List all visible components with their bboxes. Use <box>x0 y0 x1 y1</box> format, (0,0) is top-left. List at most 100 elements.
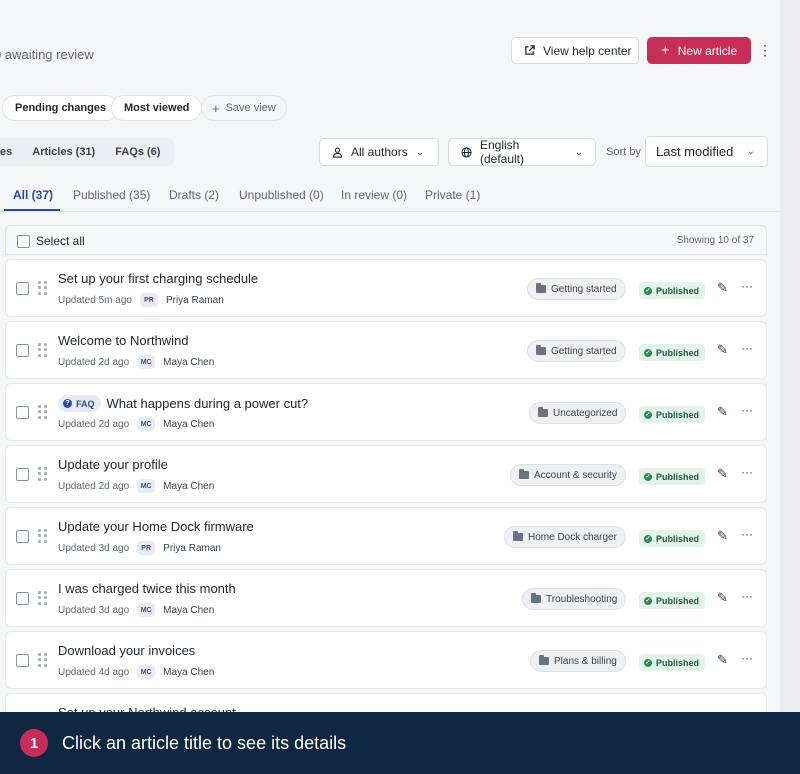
list-header: Select all Showing 10 of 37 <box>5 225 767 255</box>
more-actions-icon[interactable]: ··· <box>741 589 753 603</box>
article-title[interactable]: I was charged twice this month <box>58 581 236 596</box>
drag-handle-icon[interactable] <box>38 281 48 295</box>
more-actions-icon[interactable]: ··· <box>741 651 753 665</box>
row-checkbox[interactable] <box>16 592 29 605</box>
row-checkbox[interactable] <box>16 530 29 543</box>
tab-drafts[interactable]: Drafts (2) <box>169 188 219 202</box>
check-circle-icon: ✓ <box>644 348 652 357</box>
edit-icon[interactable]: ✎ <box>717 466 733 482</box>
drag-handle-icon[interactable] <box>38 343 48 357</box>
article-row[interactable]: Welcome to Northwind Updated 2d ago MC Maya… <box>5 321 767 379</box>
edit-icon[interactable]: ✎ <box>717 404 733 420</box>
edit-icon[interactable]: ✎ <box>717 590 733 606</box>
check-circle-icon: ✓ <box>644 410 652 419</box>
sort-by-label: Sort by <box>606 146 641 158</box>
folder-icon <box>513 531 523 541</box>
view-help-center-button[interactable]: View help center <box>511 37 639 64</box>
drag-handle-icon[interactable] <box>38 591 48 605</box>
chevron-down-icon: ⌄ <box>746 146 755 157</box>
folder-icon <box>531 593 541 603</box>
content-type-tabs: es Articles (31) FAQs (6) <box>0 138 175 166</box>
more-actions-icon[interactable]: ··· <box>741 341 753 355</box>
category-tag[interactable]: Plans & billing <box>530 650 626 672</box>
tab-unpublished[interactable]: Unpublished (0) <box>239 188 324 202</box>
more-actions-icon[interactable]: ··· <box>741 279 753 293</box>
article-row[interactable]: Update your Home Dock firmware Updated 3d… <box>5 507 767 565</box>
article-title[interactable]: Update your profile <box>58 457 168 472</box>
tab-published[interactable]: Published (35) <box>73 188 150 202</box>
save-view-button[interactable]: + Save view <box>201 95 287 121</box>
status-badge: ✓ Published <box>639 468 706 485</box>
category-tag[interactable]: Uncategorized <box>529 402 627 424</box>
article-title[interactable]: Download your invoices <box>58 643 195 658</box>
author-name: Priya Raman <box>163 542 221 554</box>
updated-time: Updated 4d ago <box>58 666 130 678</box>
edit-icon[interactable]: ✎ <box>717 342 733 358</box>
article-title[interactable]: Welcome to Northwind <box>58 333 189 348</box>
title-line: ? FAQ What happens during a power cut? <box>58 395 308 412</box>
edit-icon[interactable]: ✎ <box>717 528 733 544</box>
article-meta: Updated 2d ago MC Maya Chen <box>58 417 214 431</box>
check-circle-icon: ✓ <box>644 596 652 605</box>
article-title[interactable]: What happens during a power cut? <box>107 396 309 411</box>
tab-articles[interactable]: Articles (31) <box>22 141 105 163</box>
drag-handle-icon[interactable] <box>38 529 48 543</box>
faq-badge-label: FAQ <box>76 398 95 409</box>
select-all-label: Select all <box>36 234 85 248</box>
row-checkbox[interactable] <box>16 282 29 295</box>
article-row[interactable]: ? FAQ What happens during a power cut? Upda… <box>5 383 767 441</box>
avatar: PR <box>139 293 158 307</box>
article-row[interactable]: Set up your first charging schedule Updat… <box>5 259 767 317</box>
tab-private[interactable]: Private (1) <box>425 188 480 202</box>
view-most-viewed[interactable]: Most viewed <box>111 95 203 121</box>
tab-in-review[interactable]: In review (0) <box>341 188 407 202</box>
category-label: Account & security <box>534 469 617 481</box>
edit-icon[interactable]: ✎ <box>717 652 733 668</box>
status-badge: ✓ Published <box>639 282 706 299</box>
row-checkbox[interactable] <box>16 344 29 357</box>
category-tag[interactable]: Getting started <box>527 278 626 300</box>
check-circle-icon: ✓ <box>644 658 652 667</box>
more-actions-icon[interactable]: ··· <box>741 527 753 541</box>
category-tag[interactable]: Troubleshooting <box>522 588 627 610</box>
edit-icon[interactable]: ✎ <box>717 280 733 296</box>
article-row[interactable]: I was charged twice this month Updated 3d… <box>5 569 767 627</box>
drag-handle-icon[interactable] <box>38 653 48 667</box>
article-title[interactable]: Set up your first charging schedule <box>58 271 258 286</box>
drag-handle-icon[interactable] <box>38 467 48 481</box>
step-message: Click an article title to see its detail… <box>62 732 347 753</box>
globe-icon <box>461 146 472 158</box>
title-line: Download your invoices <box>58 643 195 658</box>
category-tag[interactable]: Home Dock charger <box>504 526 626 548</box>
more-options-icon[interactable]: ⋮ <box>758 42 772 58</box>
article-title[interactable]: Update your Home Dock firmware <box>58 519 254 534</box>
status-tabs: All (37) Published (35) Drafts (2) Unpub… <box>0 180 780 212</box>
save-view-label: Save view <box>225 102 276 114</box>
sort-select[interactable]: Last modified ⌄ <box>645 136 768 167</box>
row-checkbox[interactable] <box>16 468 29 481</box>
category-tag[interactable]: Getting started <box>527 340 626 362</box>
new-article-button[interactable]: + New article <box>647 37 751 64</box>
article-row[interactable]: Download your invoices Updated 4d ago MC Ma… <box>5 631 767 689</box>
article-row[interactable]: Update your profile Updated 2d ago MC Maya … <box>5 445 767 503</box>
status-label: Published <box>656 533 700 544</box>
avatar: PR <box>137 541 156 555</box>
view-pending-changes[interactable]: Pending changes <box>2 95 120 121</box>
more-actions-icon[interactable]: ··· <box>741 403 753 417</box>
select-all-checkbox[interactable] <box>17 235 30 248</box>
category-tag[interactable]: Account & security <box>510 464 626 486</box>
language-filter[interactable]: English (default) ⌄ <box>448 138 596 166</box>
tab-all-types[interactable]: es <box>0 141 22 163</box>
folder-icon <box>539 655 549 665</box>
more-actions-icon[interactable]: ··· <box>741 465 753 479</box>
tab-faqs[interactable]: FAQs (6) <box>105 141 170 163</box>
row-checkbox[interactable] <box>16 406 29 419</box>
authors-filter[interactable]: All authors ⌄ <box>319 138 439 166</box>
title-line: Set up your first charging schedule <box>58 271 258 286</box>
article-meta: Updated 2d ago MC Maya Chen <box>58 479 214 493</box>
row-checkbox[interactable] <box>16 654 29 667</box>
author-name: Maya Chen <box>163 418 215 430</box>
tab-all[interactable]: All (37) <box>13 188 53 202</box>
scrollbar[interactable] <box>780 0 800 774</box>
drag-handle-icon[interactable] <box>38 405 48 419</box>
